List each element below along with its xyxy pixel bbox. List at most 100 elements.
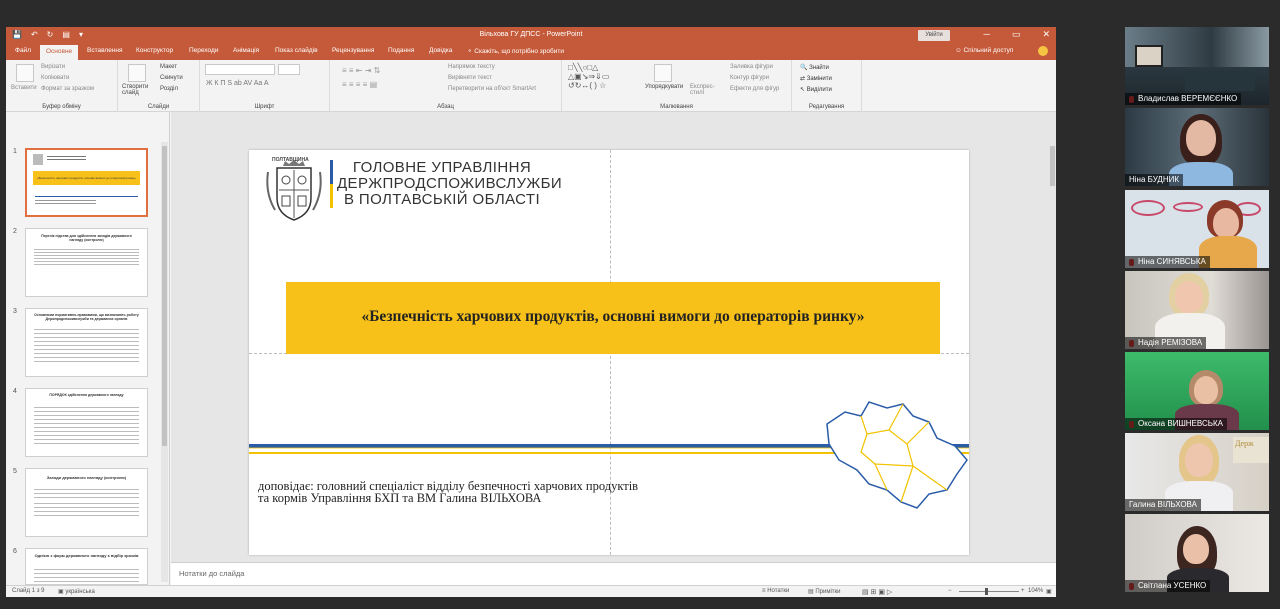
tell-me-box[interactable]: ⚬ Скажіть, що потрібно зробити (467, 47, 564, 55)
participant-tile[interactable]: Ніна СИНЯВСЬКА (1125, 190, 1269, 268)
copy-button[interactable]: Копіювати (41, 75, 69, 81)
font-label: Шрифт (254, 104, 275, 110)
share-button[interactable]: ☺ Спільний доступ (955, 47, 1013, 54)
zoom-in-button[interactable]: + (1021, 588, 1025, 594)
font-name-combo[interactable] (205, 64, 275, 75)
clipboard-label: Буфер обміну (42, 104, 81, 110)
ribbon-tabs: Файл Основне Вставлення Конструктор Пере… (6, 44, 1056, 60)
find-button[interactable]: 🔍 Знайти (800, 64, 829, 71)
fit-slide-icon[interactable]: ▣ (1046, 588, 1052, 595)
current-slide[interactable]: ПОЛТАВЩИНА ГОЛОВНЕ УПРАВЛІННЯ ДЕРЖПРОДСП… (249, 150, 969, 555)
tab-help[interactable]: Довідка (429, 47, 452, 54)
new-slide-icon[interactable] (128, 64, 146, 82)
tab-file[interactable]: Файл (15, 47, 31, 54)
tab-animations[interactable]: Анімація (233, 47, 259, 54)
shape-fill-button[interactable]: Заливка фігури (730, 64, 773, 70)
slide-scrollbar[interactable] (1049, 142, 1056, 562)
thumbnail-number: 4 (13, 388, 17, 395)
thumbnail-number: 2 (13, 228, 17, 235)
participant-tile[interactable]: Надія РЕМІЗОВА (1125, 271, 1269, 349)
arrange-icon[interactable] (654, 64, 672, 82)
slide-editing-area: ПОЛТАВЩИНА ГОЛОВНЕ УПРАВЛІННЯ ДЕРЖПРОДСП… (171, 112, 1056, 562)
sign-in-button[interactable]: Увійти (918, 30, 950, 41)
thumbnail-title: Однією з форм державного нагляду є відбі… (34, 553, 139, 558)
slide-thumbnail-6[interactable]: Однією з форм державного нагляду є відбі… (25, 548, 148, 585)
notes-icon: ≡ (762, 588, 766, 594)
participant-name: Надія РЕМІЗОВА (1125, 337, 1207, 349)
shapes-gallery[interactable]: □╲╲○□△ △▣↘⇒⇓▭ ↺↻↔( ) ☆ (568, 63, 609, 90)
slide-thumbnail-3[interactable]: Основними нормативно-правовими, що визна… (25, 308, 148, 377)
text-direction-button[interactable]: Напрямок тексту (448, 64, 495, 70)
paragraph-label: Абзац (437, 104, 454, 110)
thumbnail-number: 1 (13, 148, 17, 155)
paste-button[interactable]: Вставити (11, 85, 37, 91)
language-indicator[interactable]: ▣ українська (58, 588, 95, 595)
zoom-slider[interactable] (959, 591, 1019, 592)
drawing-label: Малювання (660, 104, 693, 110)
speaker-text[interactable]: доповідає: головний спеціаліст відділу б… (258, 480, 698, 505)
thumbnail-title: Перелік підстав для здійснення заходів д… (41, 234, 132, 242)
shape-effects-button[interactable]: Ефекти для фігур (730, 86, 779, 92)
organization-name: ГОЛОВНЕ УПРАВЛІННЯ ДЕРЖПРОДСПОЖИВСЛУЖБИ … (337, 159, 562, 208)
tab-insert[interactable]: Вставлення (87, 47, 123, 54)
smartart-button[interactable]: Перетворити на об'єкт SmartArt (448, 86, 536, 92)
arrange-button[interactable]: Упорядкувати (645, 84, 683, 90)
slide-thumbnail-2[interactable]: Перелік підстав для здійснення заходів д… (25, 228, 148, 297)
select-button[interactable]: ↖ Виділити (800, 86, 832, 93)
comments-button[interactable]: ▤ Примітки (808, 588, 841, 595)
quick-styles-button[interactable]: Експрес-стилі (690, 84, 720, 96)
feedback-smiley-icon[interactable] (1038, 46, 1048, 56)
tab-home[interactable]: Основне (40, 45, 79, 60)
minimize-button[interactable]: ─ (984, 29, 990, 40)
slide-thumbnail-5[interactable]: Заходи державного нагляду (контролю) (25, 468, 148, 537)
find-icon: 🔍 (800, 65, 808, 71)
new-slide-button[interactable]: Створити слайд (122, 84, 152, 96)
participant-tile[interactable]: Ніна БУДНИК (1125, 108, 1269, 186)
zoom-out-button[interactable]: − (948, 588, 952, 594)
thumbnail-number: 6 (13, 548, 17, 555)
tab-design[interactable]: Конструктор (136, 47, 173, 54)
participant-tile[interactable]: Світлана УСЕНКО (1125, 514, 1269, 592)
drawing-group: □╲╲○□△ △▣↘⇒⇓▭ ↺↻↔( ) ☆ Упорядкувати Експре… (562, 60, 792, 112)
org-line-1: ГОЛОВНЕ УПРАВЛІННЯ (352, 159, 532, 176)
slide-thumbnail-1[interactable]: «Безпечність харчових продуктів, основні… (25, 148, 148, 217)
coat-of-arms-icon (266, 160, 322, 221)
window-title: Вільхова ГУ ДПСС - PowerPoint (479, 31, 583, 38)
notes-button[interactable]: ≡ Нотатки (762, 588, 789, 594)
tab-slideshow[interactable]: Показ слайдів (275, 47, 318, 54)
replace-button[interactable]: ⇄ Замінити (800, 75, 832, 82)
list-icons[interactable]: ≡ ≡ ⇤ ⇥ ⇅ (342, 66, 380, 75)
participant-name: Ніна СИНЯВСЬКА (1125, 256, 1210, 268)
notes-pane[interactable]: Нотатки до слайда (171, 562, 1056, 585)
align-text-button[interactable]: Вирівняти текст (448, 75, 492, 81)
slide-thumbnails-pane: 1 «Безпечність харчових продуктів, основ… (6, 112, 170, 585)
view-buttons[interactable]: ▤ ⊞ ▣ ▷ (862, 588, 892, 596)
close-button[interactable]: ✕ (1042, 29, 1050, 40)
participant-tile[interactable]: Держ Галина ВІЛЬХОВА (1125, 433, 1269, 511)
powerpoint-window: 💾 ↶ ↻ ▤ ▾ Вільхова ГУ ДПСС - PowerPoint … (6, 27, 1056, 597)
tab-review[interactable]: Рецензування (332, 47, 374, 54)
cut-button[interactable]: Вирізати (41, 64, 65, 70)
thumbnails-scrollbar[interactable] (161, 142, 168, 582)
zoom-slider-thumb[interactable] (985, 588, 988, 595)
paste-icon[interactable] (16, 64, 34, 82)
participant-tile[interactable]: Оксана ВИШНЕВСЬКА (1125, 352, 1269, 430)
title-banner[interactable]: «Безпечність харчових продуктів, основні… (286, 282, 940, 354)
thumbnail-number: 3 (13, 308, 17, 315)
font-size-combo[interactable] (278, 64, 300, 75)
thumbnail-title: «Безпечність харчових продуктів, основні… (33, 171, 140, 185)
align-icons[interactable]: ≡ ≡ ≡ ≡ ▤ (342, 80, 377, 89)
participant-tile[interactable]: Владислав ВЕРЕМЄЄНКО (1125, 27, 1269, 105)
format-painter-button[interactable]: Формат за зразком (41, 86, 94, 92)
tab-view[interactable]: Подання (388, 47, 414, 54)
maximize-button[interactable]: ▭ (1012, 29, 1021, 40)
reset-button[interactable]: Скинути (160, 75, 183, 81)
slide-thumbnail-4[interactable]: ПОРЯДОК здійснення державного нагляду (25, 388, 148, 457)
section-button[interactable]: Розділ (160, 86, 178, 92)
font-style-buttons[interactable]: Ж К П S ab AV Aa A (206, 80, 269, 87)
shape-outline-button[interactable]: Контур фігури (730, 75, 769, 81)
tab-transitions[interactable]: Переходи (189, 47, 218, 54)
zoom-level[interactable]: 104% (1028, 588, 1043, 594)
slide-counter: Слайд 1 з 9 (12, 588, 45, 594)
layout-button[interactable]: Макет (160, 64, 177, 70)
